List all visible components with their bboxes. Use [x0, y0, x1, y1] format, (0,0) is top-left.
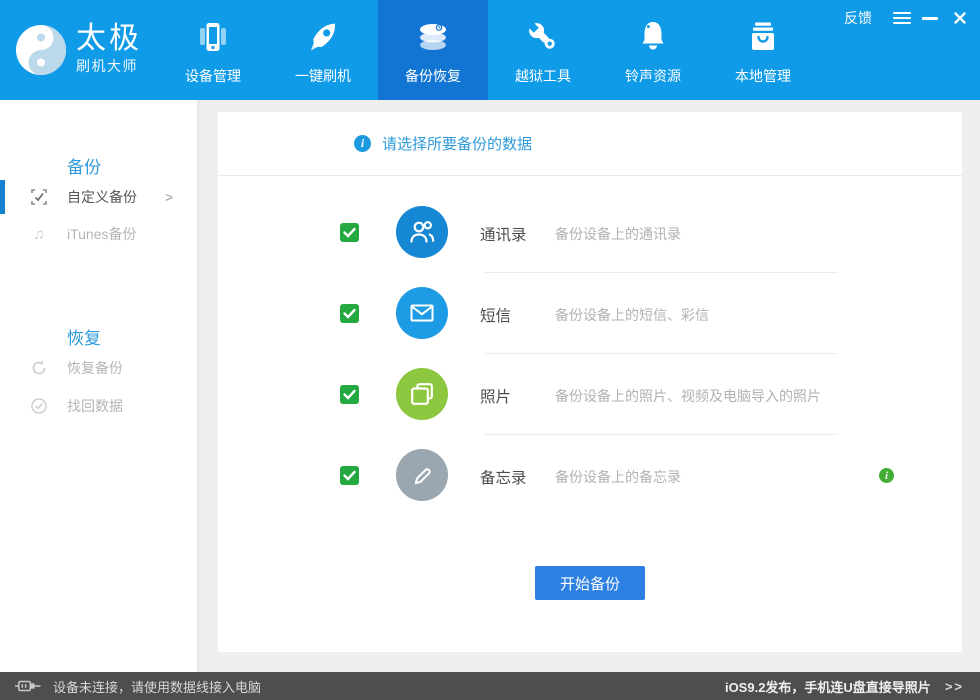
sidebar-item-find-data[interactable]: 找回数据: [0, 389, 197, 423]
logo-title: 太极: [76, 23, 142, 55]
row-description: 备份设备上的照片、视频及电脑导入的照片: [555, 386, 821, 406]
row-description: 备份设备上的短信、彩信: [555, 305, 709, 325]
backup-row-sms: 短信 备份设备上的短信、彩信: [218, 273, 962, 354]
sms-checkbox[interactable]: [340, 304, 359, 323]
feedback-link[interactable]: 反馈: [844, 8, 872, 28]
sidebar: 备份 自定义备份 > ♫ iTunes备份 恢复 恢复备份: [0, 100, 197, 672]
nav-tab-local-manage[interactable]: 本地管理: [708, 0, 818, 100]
close-icon[interactable]: [948, 9, 972, 27]
sidebar-item-restore-backup[interactable]: 恢复备份: [0, 351, 197, 385]
checkbox-list-icon: [30, 188, 48, 206]
app-header: 太极 刷机大师 设备管理: [0, 0, 980, 100]
bell-icon: [633, 17, 673, 57]
sidebar-item-label: 恢复备份: [67, 358, 123, 378]
photos-icon: [396, 368, 448, 420]
backup-row-notes: 备忘录 备份设备上的备忘录 i: [218, 435, 962, 516]
nav-label: 铃声资源: [625, 66, 681, 86]
info-icon: i: [354, 135, 371, 152]
main-nav: 设备管理 一键刷机: [158, 0, 818, 100]
sidebar-item-label: 找回数据: [67, 396, 123, 416]
nav-label: 越狱工具: [515, 66, 571, 86]
refresh-icon: [30, 359, 48, 377]
start-backup-button[interactable]: 开始备份: [535, 566, 645, 600]
backup-panel: i 请选择所要备份的数据 通讯录 备份设备上的通讯录: [218, 112, 962, 652]
rocket-icon: [303, 17, 343, 57]
music-note-icon: ♫: [30, 225, 48, 243]
contacts-checkbox[interactable]: [340, 223, 359, 242]
check-circle-icon: [30, 397, 48, 415]
nav-tab-device-manage[interactable]: 设备管理: [158, 0, 268, 100]
taiji-yinyang-icon: [15, 24, 67, 76]
notes-info-icon[interactable]: i: [879, 468, 894, 483]
nav-label: 备份恢复: [405, 66, 461, 86]
logo-subtitle: 刷机大师: [76, 56, 142, 76]
envelope-icon: [396, 287, 448, 339]
row-title: 备忘录: [480, 466, 527, 488]
status-bar: 设备未连接，请使用数据线接入电脑 iOS9.2发布，手机连U盘直接导照片 >>: [0, 672, 980, 700]
sidebar-section-restore: 恢复: [67, 324, 101, 349]
prompt-text: 请选择所要备份的数据: [382, 133, 532, 154]
prompt-bar: i 请选择所要备份的数据: [218, 112, 962, 176]
notes-checkbox[interactable]: [340, 466, 359, 485]
row-description: 备份设备上的通讯录: [555, 224, 681, 244]
nav-label: 设备管理: [185, 66, 241, 86]
row-title: 短信: [480, 304, 511, 326]
wrench-icon: [523, 17, 563, 57]
row-title: 照片: [480, 385, 511, 407]
sidebar-item-label: iTunes备份: [67, 224, 137, 244]
nav-tab-ringtone-resources[interactable]: 铃声资源: [598, 0, 708, 100]
photos-checkbox[interactable]: [340, 385, 359, 404]
sidebar-item-itunes-backup[interactable]: ♫ iTunes备份: [0, 217, 197, 251]
sidebar-item-label: 自定义备份: [67, 187, 137, 207]
nav-tab-one-click-flash[interactable]: 一键刷机: [268, 0, 378, 100]
nav-tab-jailbreak-tools[interactable]: 越狱工具: [488, 0, 598, 100]
box-icon: [743, 17, 783, 57]
minimize-icon[interactable]: [918, 9, 942, 27]
backup-row-photos: 照片 备份设备上的照片、视频及电脑导入的照片: [218, 354, 962, 435]
nav-tab-backup-restore[interactable]: 备份恢复: [378, 0, 488, 100]
news-ticker-text[interactable]: iOS9.2发布，手机连U盘直接导照片: [725, 677, 931, 696]
database-icon: [413, 17, 453, 57]
contacts-icon: [396, 206, 448, 258]
sidebar-item-custom-backup[interactable]: 自定义备份 >: [0, 180, 197, 214]
nav-label: 一键刷机: [295, 66, 351, 86]
chevron-right-icon: >: [165, 189, 173, 205]
menu-icon[interactable]: [890, 9, 914, 27]
device-status-text: 设备未连接，请使用数据线接入电脑: [53, 677, 261, 696]
news-more-arrows[interactable]: >>: [945, 679, 964, 694]
backup-item-list: 通讯录 备份设备上的通讯录 短信 备份设备上的短信、彩信: [218, 176, 962, 516]
usb-cable-icon: [15, 679, 41, 693]
backup-row-contacts: 通讯录 备份设备上的通讯录: [218, 192, 962, 273]
app-logo: 太极 刷机大师: [15, 23, 142, 76]
nav-label: 本地管理: [735, 66, 791, 86]
row-description: 备份设备上的备忘录: [555, 467, 681, 487]
sidebar-section-backup: 备份: [67, 153, 101, 178]
phone-icon: [193, 17, 233, 57]
row-title: 通讯录: [480, 223, 527, 245]
pencil-icon: [396, 449, 448, 501]
